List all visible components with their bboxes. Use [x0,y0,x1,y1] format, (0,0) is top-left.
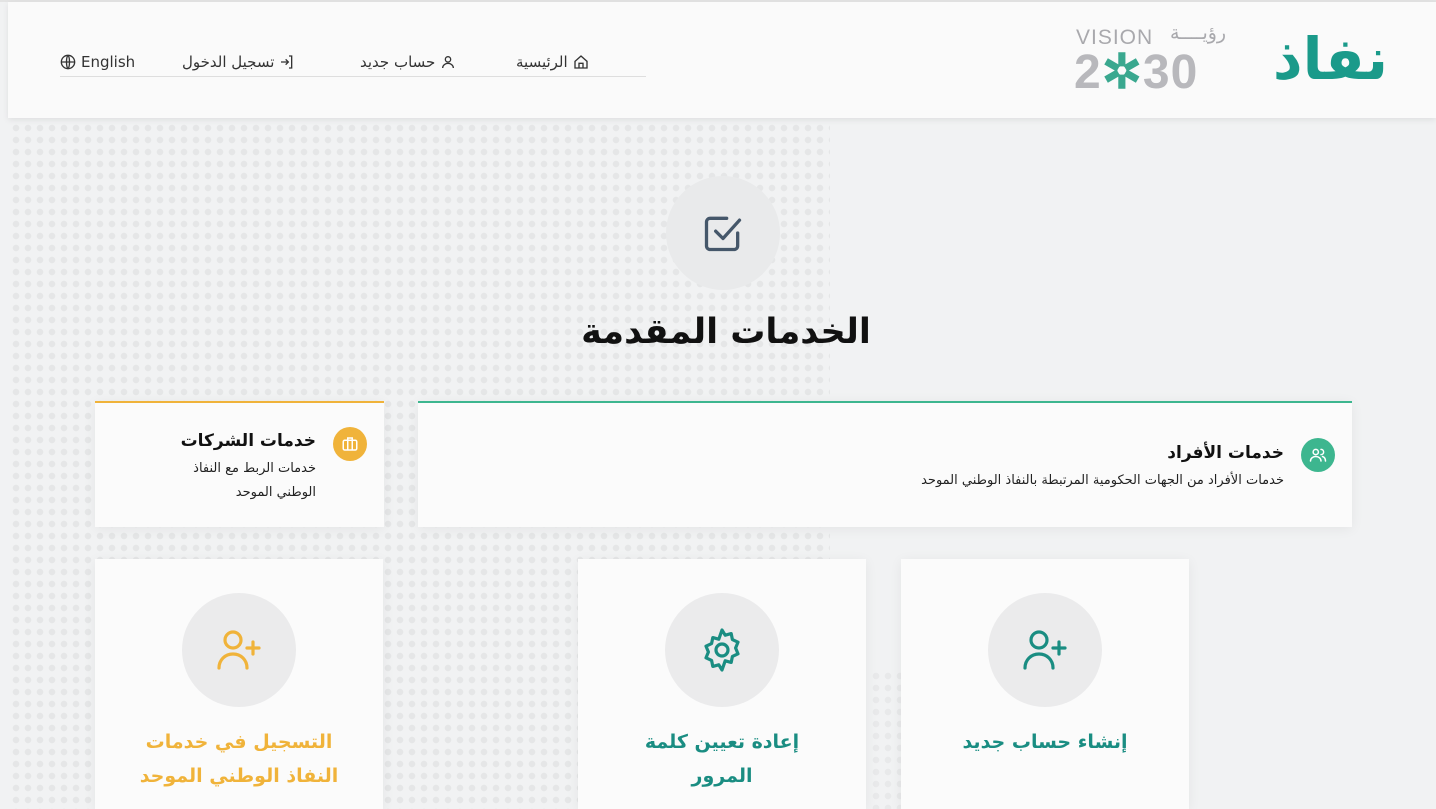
individual-services-description: خدمات الأفراد من الجهات الحكومية المرتبط… [921,473,1284,488]
nav-english[interactable]: English [60,50,135,74]
individual-services-badge [1301,438,1335,472]
register-services-card[interactable]: التسجيل في خدمات النفاذ الوطني الموحد [95,559,383,809]
reset-password-icon-circle [665,593,779,707]
site-header: نفاذ VISION رؤيــــة 2✲30 English تسجيل … [8,2,1436,118]
user-plus-icon [217,630,261,670]
create-account-label: إنشاء حساب جديد [962,731,1128,753]
top-nav: English تسجيل الدخول حساب جديد الرئيسية [60,50,646,77]
register-services-label: التسجيل في خدمات النفاذ الوطني الموحد [105,725,373,793]
business-services-panel[interactable]: خدمات الشركات خدمات الربط مع النفاذ الوط… [95,401,384,527]
user-icon [442,56,455,69]
nav-new-account-label: حساب جديد [360,53,436,71]
business-services-description: خدمات الربط مع النفاذ الوطني الموحد [116,457,316,505]
register-services-label-line1: التسجيل في خدمات [145,731,333,753]
page-title: الخدمات المقدمة [581,312,871,352]
login-icon [281,55,293,69]
vision-year: 2✲30 [1074,46,1198,100]
user-plus-icon [1023,630,1067,670]
vision-year-left: 2 [1074,46,1102,99]
hero-icon-circle [666,176,780,290]
nav-home[interactable]: الرئيسية [516,50,589,74]
reset-password-card[interactable]: إعادة تعيين كلمة المرور [578,559,866,809]
nav-login-label: تسجيل الدخول [182,53,275,71]
reset-password-label: إعادة تعيين كلمة المرور [588,725,856,793]
checkbox-icon [704,216,742,252]
individual-services-title: خدمات الأفراد [1167,443,1284,463]
briefcase-icon [342,437,358,451]
gear-icon [704,628,740,672]
nafath-logo[interactable]: نفاذ [1273,24,1388,94]
nav-english-label: English [81,53,136,71]
globe-icon [60,54,76,70]
create-account-icon-circle [988,593,1102,707]
vision-arabic: رؤيــــة [1170,22,1227,44]
business-services-description-line1: خدمات الربط مع النفاذ [193,461,316,476]
vision-year-right: 30 [1142,46,1199,99]
home-icon [574,55,588,69]
individual-services-panel[interactable]: خدمات الأفراد خدمات الأفراد من الجهات ال… [418,401,1352,527]
business-services-description-line2: الوطني الموحد [235,485,316,500]
nav-home-label: الرئيسية [516,53,568,71]
users-icon [1309,448,1327,462]
create-account-card[interactable]: إنشاء حساب جديد [901,559,1189,809]
vision-emblem-icon: ✲ [1101,46,1143,99]
register-services-icon-circle [182,593,296,707]
reset-password-label-line2: المرور [691,765,753,787]
nav-new-account[interactable]: حساب جديد [360,50,456,74]
reset-password-label-line1: إعادة تعيين كلمة [644,731,800,753]
nav-login[interactable]: تسجيل الدخول [182,50,295,74]
business-services-title: خدمات الشركات [180,431,316,451]
register-services-label-line2: النفاذ الوطني الموحد [139,765,339,787]
business-services-badge [333,427,367,461]
